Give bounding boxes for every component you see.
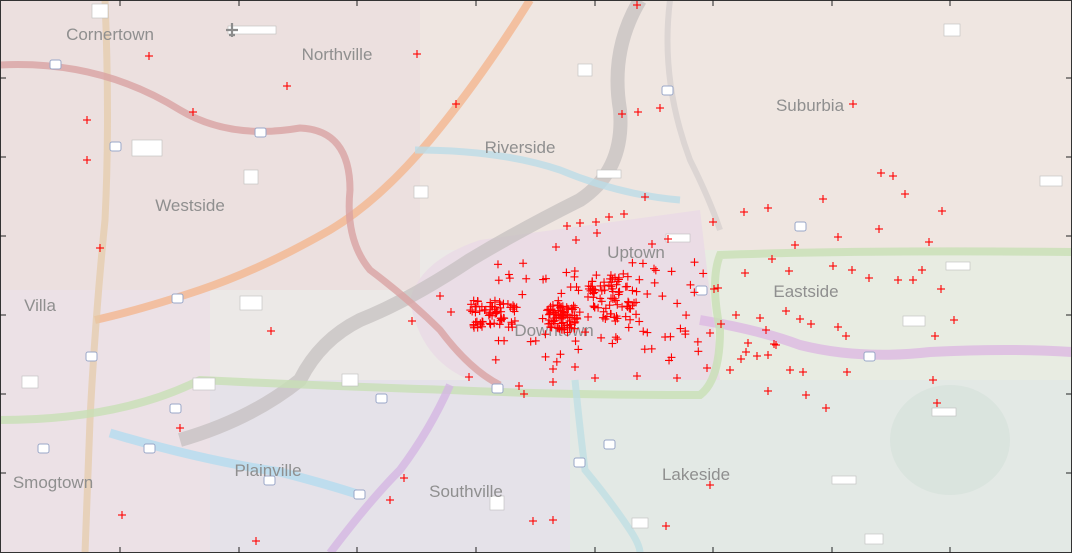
map-view[interactable]: Cornertown Northville Suburbia Riverside… bbox=[0, 0, 1072, 553]
region-label-southville: Southville bbox=[429, 482, 503, 501]
region-label-suburbia: Suburbia bbox=[776, 96, 845, 115]
region-label-plainville: Plainville bbox=[234, 461, 301, 480]
region-label-eastside: Eastside bbox=[773, 282, 838, 301]
region-label-riverside: Riverside bbox=[485, 138, 556, 157]
region-label-cornertown: Cornertown bbox=[66, 25, 154, 44]
region-label-westside: Westside bbox=[155, 196, 225, 215]
region-label-villa: Villa bbox=[24, 296, 56, 315]
map-canvas[interactable]: Cornertown Northville Suburbia Riverside… bbox=[0, 0, 1072, 553]
region-label-smogtown: Smogtown bbox=[13, 473, 93, 492]
region-label-lakeside: Lakeside bbox=[662, 465, 730, 484]
region-label-northville: Northville bbox=[302, 45, 373, 64]
region-label-uptown: Uptown bbox=[607, 243, 665, 262]
